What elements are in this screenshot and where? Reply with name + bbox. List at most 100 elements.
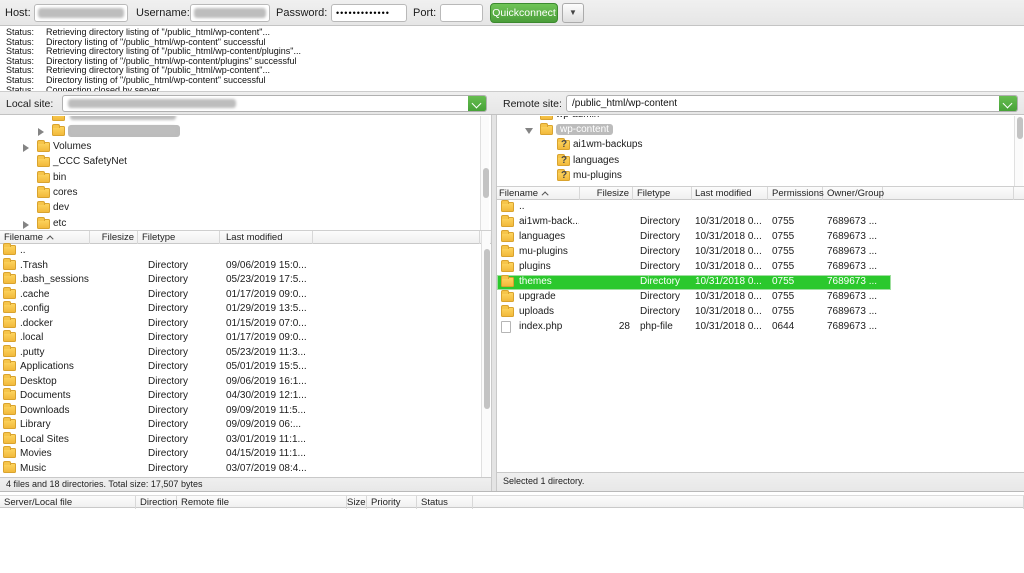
remote-tree-scrollbar-thumb[interactable] xyxy=(1017,117,1023,139)
tree-item[interactable]: etc xyxy=(0,217,491,231)
file-row[interactable]: MusicDirectory03/07/2019 08:4... xyxy=(0,462,491,477)
username-input[interactable] xyxy=(190,4,270,22)
tree-item[interactable] xyxy=(0,124,491,139)
quickconnect-dropdown-icon[interactable]: ▼ xyxy=(562,3,584,23)
file-type: Directory xyxy=(148,303,218,314)
local-directory-tree: Volumes_CCC SafetyNetbincoresdevetc xyxy=(0,116,491,231)
redacted-label xyxy=(70,116,176,120)
file-row[interactable]: languagesDirectory10/31/2018 0...0755768… xyxy=(497,230,1024,245)
remote-tree-scrollbar[interactable] xyxy=(1014,116,1023,187)
column-header[interactable] xyxy=(473,496,1024,509)
tree-item[interactable]: wp-admin xyxy=(497,116,1024,123)
file-row[interactable]: mu-pluginsDirectory10/31/2018 0...075576… xyxy=(497,245,1024,260)
column-header[interactable]: Permissions xyxy=(768,187,823,200)
port-label: Port: xyxy=(413,7,436,19)
file-row[interactable]: ai1wm-back...Directory10/31/2018 0...075… xyxy=(497,215,1024,230)
password-input[interactable]: ••••••••••••• xyxy=(331,4,407,22)
quickconnect-button[interactable]: Quickconnect xyxy=(490,3,558,23)
column-header[interactable]: Filesize xyxy=(90,231,138,244)
file-row[interactable]: ApplicationsDirectory05/01/2019 15:5... xyxy=(0,360,491,375)
tree-item[interactable]: bin xyxy=(0,171,491,186)
file-row[interactable]: Local SitesDirectory03/01/2019 11:1... xyxy=(0,433,491,448)
chevron-right-icon[interactable] xyxy=(23,144,29,152)
local-list-header: FilenameFilesize Filetype Last modified xyxy=(0,231,491,244)
local-site-dropdown-icon[interactable] xyxy=(468,96,486,111)
column-header[interactable]: Priority xyxy=(367,496,417,509)
file-row[interactable]: index.php28php-file10/31/2018 0...064476… xyxy=(497,320,1024,335)
local-site-combo[interactable] xyxy=(62,95,487,112)
chevron-right-icon[interactable] xyxy=(38,128,44,136)
file-owner-group: 7689673 ... xyxy=(827,216,882,227)
file-row[interactable]: .localDirectory01/17/2019 09:0... xyxy=(0,331,491,346)
file-row[interactable]: DocumentsDirectory04/30/2019 12:1... xyxy=(0,389,491,404)
chevron-right-icon[interactable] xyxy=(23,221,29,229)
file-row[interactable]: uploadsDirectory10/31/2018 0...075576896… xyxy=(497,305,1024,320)
remote-directory-tree: wp-adminwp-contentai1wm-backups languages… xyxy=(497,116,1024,187)
column-header[interactable] xyxy=(313,231,480,244)
file-row[interactable]: pluginsDirectory10/31/2018 0...075576896… xyxy=(497,260,1024,275)
column-header[interactable] xyxy=(883,187,1014,200)
tree-item[interactable]: cores xyxy=(0,186,491,201)
file-name: .putty xyxy=(20,347,90,358)
file-row[interactable]: LibraryDirectory09/09/2019 06:... xyxy=(0,418,491,433)
file-row[interactable]: .TrashDirectory09/06/2019 15:0... xyxy=(0,259,491,274)
file-modified: 09/09/2019 11:5... xyxy=(226,405,316,416)
file-row[interactable]: DownloadsDirectory09/09/2019 11:5... xyxy=(0,404,491,419)
folder-icon xyxy=(501,277,514,287)
column-header[interactable]: Size xyxy=(347,496,367,509)
file-row[interactable]: .dockerDirectory01/15/2019 07:0... xyxy=(0,317,491,332)
folder-icon xyxy=(3,347,16,357)
file-modified: 01/17/2019 09:0... xyxy=(226,289,316,300)
column-header[interactable]: Filetype xyxy=(138,231,220,244)
local-list-scrollbar-thumb[interactable] xyxy=(484,249,490,409)
column-header[interactable]: Server/Local file xyxy=(0,496,136,509)
tree-item-label: ai1wm-backups xyxy=(573,139,642,150)
remote-site-dropdown-icon[interactable] xyxy=(999,96,1017,111)
file-modified: 01/15/2019 07:0... xyxy=(226,318,316,329)
file-row[interactable]: .. xyxy=(0,244,491,259)
column-header[interactable]: Filetype xyxy=(633,187,692,200)
folder-icon xyxy=(501,262,514,272)
tree-item[interactable] xyxy=(0,116,491,124)
column-header[interactable]: Status xyxy=(417,496,473,509)
column-header[interactable]: Last modified xyxy=(220,231,313,244)
tree-item[interactable]: wp-content xyxy=(497,123,1024,138)
site-bars: Local site: Remote site: /public_html/wp… xyxy=(0,91,1024,115)
file-row[interactable]: .cacheDirectory01/17/2019 09:0... xyxy=(0,288,491,303)
remote-site-combo[interactable]: /public_html/wp-content xyxy=(566,95,1018,112)
column-header[interactable]: Filename xyxy=(0,231,90,244)
file-row[interactable]: DesktopDirectory09/06/2019 16:1... xyxy=(0,375,491,390)
file-row[interactable]: MoviesDirectory04/15/2019 11:1... xyxy=(0,447,491,462)
local-list-rows: ...TrashDirectory09/06/2019 15:0....bash… xyxy=(0,244,491,476)
local-tree-scrollbar-thumb[interactable] xyxy=(483,168,489,198)
file-modified: 05/23/2019 11:3... xyxy=(226,347,316,358)
file-modified: 01/29/2019 13:5... xyxy=(226,303,316,314)
tree-item[interactable]: mu-plugins xyxy=(497,169,1024,184)
local-tree-scrollbar[interactable] xyxy=(480,116,489,231)
file-icon xyxy=(501,321,511,333)
chevron-down-icon[interactable] xyxy=(525,128,533,134)
file-row[interactable]: .configDirectory01/29/2019 13:5... xyxy=(0,302,491,317)
column-header[interactable]: Remote file xyxy=(177,496,347,509)
local-list-scrollbar[interactable] xyxy=(481,231,490,477)
file-row[interactable]: themesDirectory10/31/2018 0...0755768967… xyxy=(497,275,1024,290)
column-header[interactable]: Filename xyxy=(497,187,580,200)
folder-icon xyxy=(3,303,16,313)
file-row[interactable]: .puttyDirectory05/23/2019 11:3... xyxy=(0,346,491,361)
column-header[interactable]: Last modified xyxy=(692,187,768,200)
column-header[interactable]: Direction xyxy=(136,496,177,509)
tree-item[interactable]: ai1wm-backups xyxy=(497,138,1024,153)
column-header[interactable]: Filesize xyxy=(580,187,633,200)
file-modified: 10/31/2018 0... xyxy=(695,261,767,272)
file-row[interactable]: .bash_sessionsDirectory05/23/2019 17:5..… xyxy=(0,273,491,288)
file-row[interactable]: upgradeDirectory10/31/2018 0...075576896… xyxy=(497,290,1024,305)
host-input[interactable] xyxy=(34,4,128,22)
tree-item[interactable]: languages xyxy=(497,154,1024,169)
port-input[interactable] xyxy=(440,4,483,22)
column-header[interactable]: Owner/Group xyxy=(823,187,883,200)
tree-item[interactable]: dev xyxy=(0,201,491,216)
tree-item[interactable]: Volumes xyxy=(0,140,491,155)
column-header-label: Filetype xyxy=(142,232,175,243)
file-row[interactable]: .. xyxy=(497,200,1024,215)
tree-item[interactable]: _CCC SafetyNet xyxy=(0,155,491,170)
